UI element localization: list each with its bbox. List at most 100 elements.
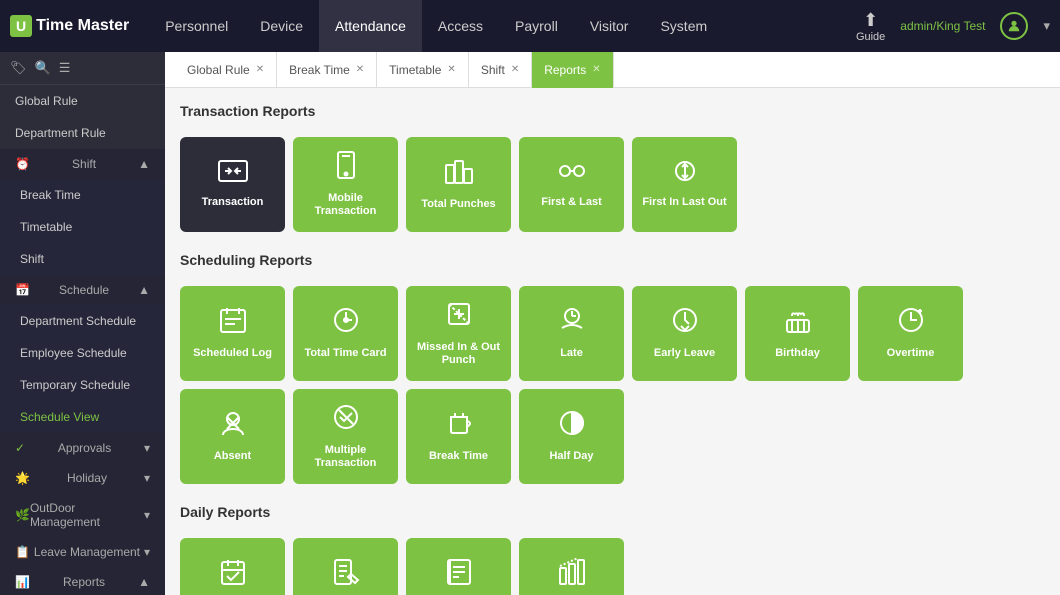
mobile-transaction-icon: [334, 151, 358, 186]
nav-system[interactable]: System: [644, 0, 723, 52]
guide-button[interactable]: ⬆ Guide: [856, 10, 885, 43]
tab-global-rule-label: Global Rule: [187, 63, 250, 77]
early-leave-icon: [671, 306, 699, 341]
card-total-time-card-label: Total Time Card: [304, 347, 386, 360]
card-first-last[interactable]: First & Last: [519, 137, 624, 232]
card-mobile-transaction[interactable]: Mobile Transaction: [293, 137, 398, 232]
card-absent[interactable]: Absent: [180, 389, 285, 484]
tab-timetable-close[interactable]: ✕: [447, 64, 455, 75]
tab-shift[interactable]: Shift ✕: [469, 52, 532, 88]
card-absent-label: Absent: [214, 450, 251, 463]
approvals-label: Approvals: [58, 441, 111, 455]
nav-personnel[interactable]: Personnel: [149, 0, 244, 52]
tag-icon[interactable]: 🏷: [10, 60, 27, 76]
multiple-transaction-icon: [332, 403, 360, 438]
card-early-leave-label: Early Leave: [654, 347, 715, 360]
break-time-icon: [445, 409, 473, 444]
tab-reports[interactable]: Reports ✕: [532, 52, 613, 88]
schedule-submenu: Department Schedule Employee Schedule Te…: [0, 305, 165, 433]
leave-label: Leave Management: [34, 545, 140, 559]
schedule-chevron: ▲: [138, 283, 150, 297]
sidebar-item-shift[interactable]: Shift: [0, 243, 165, 275]
tab-global-rule-close[interactable]: ✕: [256, 64, 264, 75]
user-dropdown-icon[interactable]: ▾: [1043, 18, 1050, 34]
card-half-day[interactable]: Half Day: [519, 389, 624, 484]
card-total-punches[interactable]: Total Punches: [406, 137, 511, 232]
reports-container: Transaction Reports Transaction: [165, 88, 1060, 595]
tab-global-rule[interactable]: Global Rule ✕: [175, 52, 277, 88]
shift-section-icon: ⏰: [15, 157, 30, 171]
sidebar-item-global-rule[interactable]: Global Rule: [0, 85, 165, 117]
card-break-time-label: Break Time: [429, 450, 488, 463]
card-daily-attendance[interactable]: Daily Attendance: [180, 538, 285, 595]
card-scheduled-log[interactable]: Scheduled Log: [180, 286, 285, 381]
sidebar-item-break-time[interactable]: Break Time: [0, 179, 165, 211]
nav-payroll[interactable]: Payroll: [499, 0, 574, 52]
card-missed-punch-label: Missed In & Out Punch: [414, 341, 503, 367]
sidebar-label-global-rule: Global Rule: [15, 94, 78, 108]
half-day-icon: [558, 409, 586, 444]
card-first-in-last-out[interactable]: First In Last Out: [632, 137, 737, 232]
daily-attendance-icon: [219, 558, 247, 593]
tab-shift-close[interactable]: ✕: [511, 64, 519, 75]
leave-chevron: ▾: [144, 545, 150, 559]
card-first-in-last-out-label: First In Last Out: [642, 196, 726, 209]
nav-attendance[interactable]: Attendance: [319, 0, 422, 52]
card-missed-punch[interactable]: Missed In & Out Punch: [406, 286, 511, 381]
top-navigation: U Time Master Personnel Device Attendanc…: [0, 0, 1060, 52]
transaction-icon: [217, 159, 249, 190]
card-birthday-label: Birthday: [775, 347, 820, 360]
user-avatar[interactable]: [1000, 12, 1028, 40]
tab-break-time-close[interactable]: ✕: [356, 64, 364, 75]
sidebar: 🏷 🔍 ☰ Global Rule Department Rule ⏰ Shif…: [0, 52, 165, 595]
sidebar-item-dept-schedule[interactable]: Department Schedule: [0, 305, 165, 337]
sidebar-item-schedule-view[interactable]: Schedule View: [0, 401, 165, 433]
sidebar-item-emp-schedule[interactable]: Employee Schedule: [0, 337, 165, 369]
sidebar-section-leave[interactable]: 📋 Leave Management ▾: [0, 537, 165, 567]
sidebar-section-approvals[interactable]: ✓ Approvals ▾: [0, 433, 165, 463]
card-scheduled-log-label: Scheduled Log: [193, 347, 272, 360]
holiday-chevron: ▾: [144, 471, 150, 485]
sidebar-section-reports[interactable]: 📊 Reports ▲: [0, 567, 165, 595]
missed-punch-icon: [445, 300, 473, 335]
card-transaction[interactable]: Transaction: [180, 137, 285, 232]
sidebar-section-outdoor[interactable]: 🌿 OutDoor Management ▾: [0, 493, 165, 537]
card-early-leave[interactable]: Early Leave: [632, 286, 737, 381]
search-icon[interactable]: 🔍: [35, 60, 51, 76]
card-overtime[interactable]: Overtime: [858, 286, 963, 381]
nav-visitor[interactable]: Visitor: [574, 0, 645, 52]
birthday-icon: [784, 306, 812, 341]
user-info[interactable]: admin/King Test: [900, 19, 985, 33]
outdoor-icon: 🌿: [15, 508, 30, 522]
holiday-label: Holiday: [67, 471, 107, 485]
guide-label: Guide: [856, 31, 885, 43]
tab-reports-close[interactable]: ✕: [592, 64, 600, 75]
app-logo[interactable]: U Time Master: [10, 15, 129, 37]
nav-access[interactable]: Access: [422, 0, 499, 52]
card-daily-summary[interactable]: Daily Summary: [406, 538, 511, 595]
card-birthday[interactable]: Birthday: [745, 286, 850, 381]
card-daily-details[interactable]: Daily Details: [293, 538, 398, 595]
sidebar-item-temp-schedule[interactable]: Temporary Schedule: [0, 369, 165, 401]
card-multiple-transaction[interactable]: Multiple Transaction: [293, 389, 398, 484]
card-daily-status[interactable]: Daily Status: [519, 538, 624, 595]
card-overtime-label: Overtime: [887, 347, 935, 360]
sidebar-section-schedule[interactable]: 📅 Schedule ▲: [0, 275, 165, 305]
transaction-reports-title: Transaction Reports: [180, 103, 1045, 125]
daily-reports-grid: Daily Attendance Daily Details: [180, 538, 1045, 595]
outdoor-label: OutDoor Management: [30, 501, 144, 529]
tab-reports-label: Reports: [544, 63, 586, 77]
leave-icon: 📋: [15, 545, 30, 559]
sidebar-section-holiday[interactable]: 🌟 Holiday ▾: [0, 463, 165, 493]
tab-timetable[interactable]: Timetable ✕: [377, 52, 469, 88]
nav-device[interactable]: Device: [244, 0, 319, 52]
card-break-time[interactable]: Break Time: [406, 389, 511, 484]
sidebar-section-shift[interactable]: ⏰ Shift ▲: [0, 149, 165, 179]
sidebar-item-timetable[interactable]: Timetable: [0, 211, 165, 243]
card-total-time-card[interactable]: Total Time Card: [293, 286, 398, 381]
total-time-card-icon: [332, 306, 360, 341]
sidebar-item-department-rule[interactable]: Department Rule: [0, 117, 165, 149]
tab-break-time[interactable]: Break Time ✕: [277, 52, 377, 88]
card-late[interactable]: Late: [519, 286, 624, 381]
list-icon[interactable]: ☰: [59, 60, 71, 76]
